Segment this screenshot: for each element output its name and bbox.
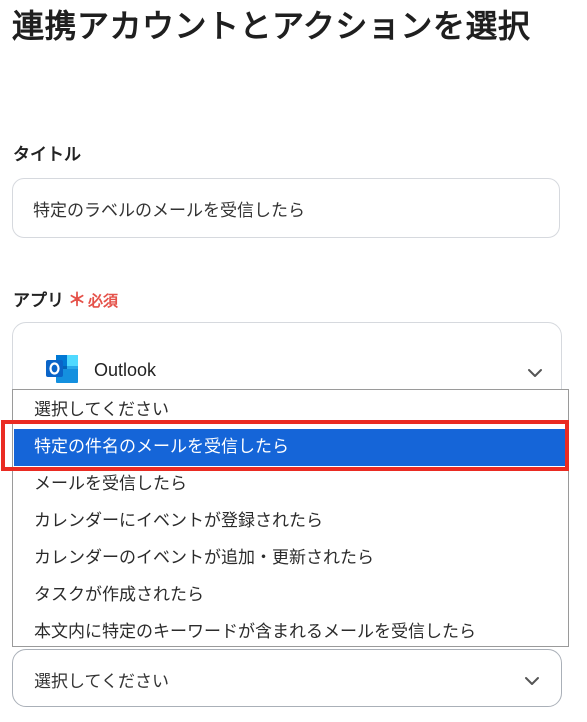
- dropdown-option[interactable]: メールを受信したら: [13, 466, 568, 503]
- dropdown-option-selected[interactable]: 特定の件名のメールを受信したら: [14, 429, 567, 466]
- title-field-label: タイトル: [13, 145, 81, 165]
- required-indicator: ＊必須: [68, 290, 119, 311]
- dropdown-option[interactable]: カレンダーにイベントが登録されたら: [13, 503, 568, 540]
- selected-app-row[interactable]: Outlook: [13, 323, 561, 389]
- action-select-value: 選択してください: [34, 672, 169, 692]
- required-asterisk: ＊: [68, 290, 86, 311]
- selected-app-name: Outlook: [94, 360, 157, 380]
- required-text: 必須: [88, 292, 119, 310]
- title-input[interactable]: [12, 178, 560, 238]
- outlook-icon: [46, 355, 78, 383]
- app-field-label: アプリ＊必須: [13, 286, 118, 312]
- dropdown-option[interactable]: カレンダーのイベントが追加・更新されたら: [13, 540, 568, 577]
- chevron-down-icon[interactable]: [527, 368, 543, 378]
- page-title: 連携アカウントとアクションを選択: [12, 7, 531, 45]
- dropdown-option[interactable]: 選択してください: [13, 392, 568, 429]
- trigger-action-dropdown[interactable]: 選択してください 特定の件名のメールを受信したら メールを受信したら カレンダー…: [12, 389, 569, 647]
- dropdown-option[interactable]: タスクが作成されたら: [13, 577, 568, 614]
- app-label-text: アプリ: [13, 291, 64, 311]
- chevron-down-icon[interactable]: [524, 676, 540, 686]
- dropdown-option[interactable]: 本文内に特定のキーワードが含まれるメールを受信したら: [13, 614, 568, 651]
- action-select[interactable]: 選択してください: [12, 649, 562, 707]
